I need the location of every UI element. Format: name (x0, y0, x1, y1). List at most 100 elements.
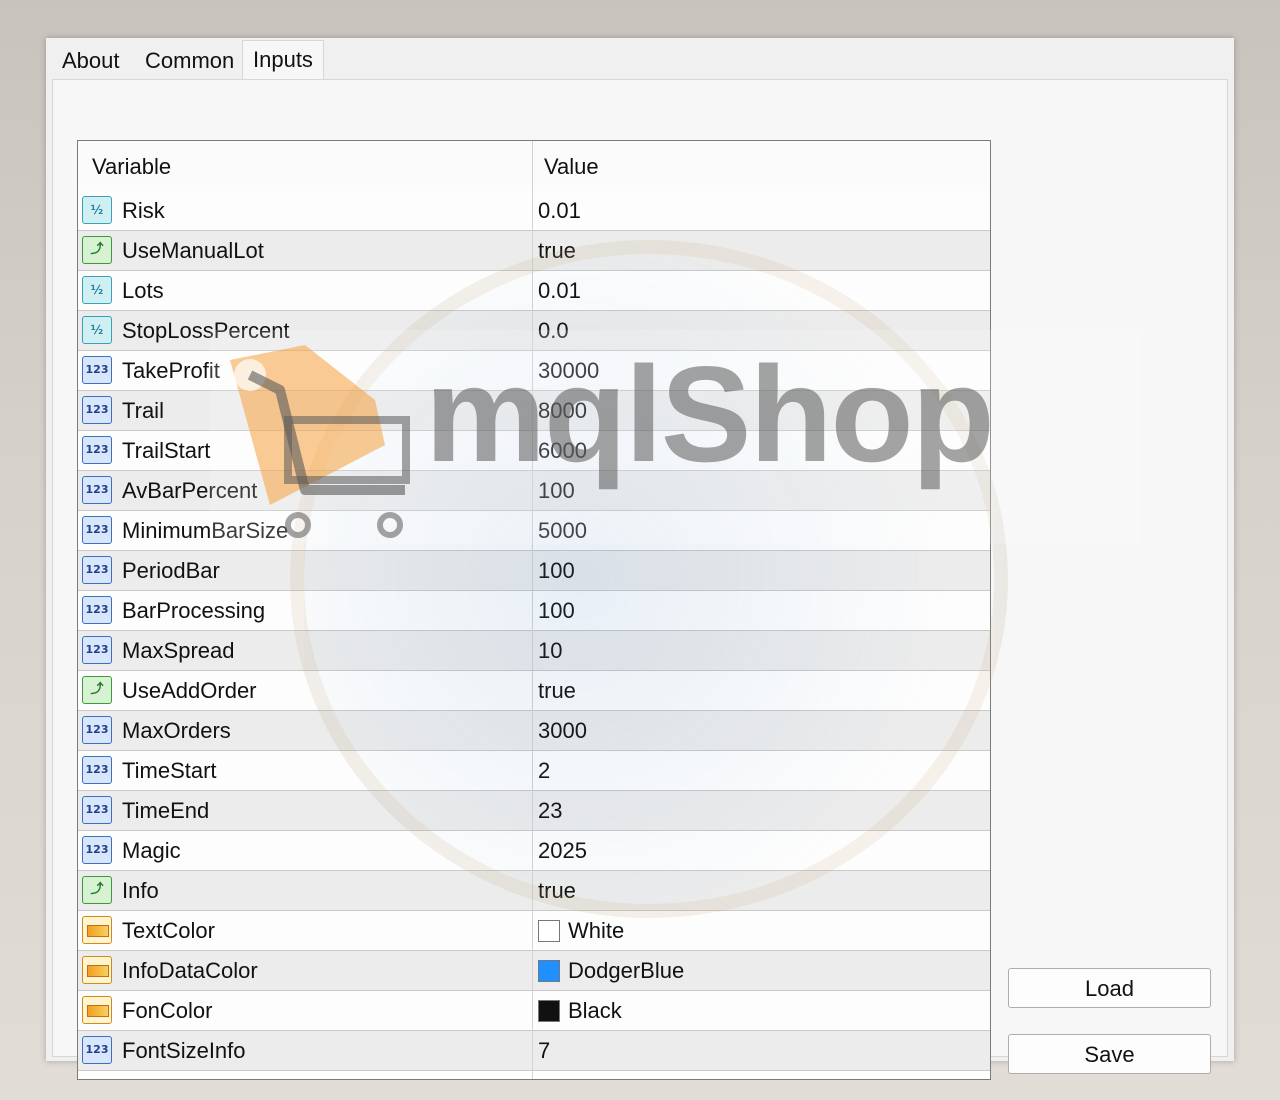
variable-name: StopLossPercent (122, 318, 290, 343)
table-row[interactable]: 123 TrailStart 6000 (78, 431, 990, 471)
table-row[interactable]: 123 TimeStart 2 (78, 751, 990, 791)
table-row[interactable]: TextColor White (78, 911, 990, 951)
inputs-panel: Variable Value ½ Risk 0.01 ⤴ UseManualLot tru… (52, 79, 1228, 1080)
variable-value-text: 7 (538, 1037, 551, 1063)
variable-name: Lots (122, 278, 164, 303)
int-type-icon: 123 (82, 716, 112, 744)
variable-name: TimeEnd (122, 798, 210, 823)
variable-name: Info (122, 878, 159, 903)
table-row[interactable]: 123 BarProcessing 100 (78, 591, 990, 631)
double-type-icon: ½ (82, 196, 112, 224)
variable-name: Risk (122, 198, 165, 223)
variable-value-text: 0.01 (538, 277, 581, 303)
variable-value[interactable]: 100 (538, 551, 575, 590)
color-swatch (538, 999, 560, 1022)
variable-value[interactable]: DodgerBlue (538, 951, 684, 990)
table-row[interactable]: ⤴ UseAddOrder true (78, 671, 990, 711)
variable-value-text: 100 (538, 557, 575, 583)
variable-value[interactable]: true (538, 871, 576, 910)
table-row[interactable]: ½ Risk 0.01 (78, 191, 990, 231)
variable-name: TakeProfit (122, 358, 220, 383)
double-type-icon: ½ (82, 316, 112, 344)
variable-name: FonColor (122, 998, 213, 1023)
column-header-value[interactable]: Value (544, 141, 599, 191)
variable-value-text: 5000 (538, 517, 587, 543)
variable-value[interactable]: 23 (538, 791, 562, 830)
load-button[interactable]: Load (1008, 968, 1211, 1008)
variable-name: Magic (122, 838, 181, 863)
table-row[interactable]: 123 Magic 2025 (78, 831, 990, 871)
int-type-icon: 123 (82, 636, 112, 664)
variable-value[interactable]: 100 (538, 591, 575, 630)
variable-value[interactable]: 0.01 (538, 191, 581, 230)
variable-value[interactable]: White (538, 911, 624, 950)
table-row[interactable]: ⤴ UseManualLot true (78, 231, 990, 271)
table-row[interactable]: InfoDataColor DodgerBlue (78, 951, 990, 991)
variable-value[interactable]: Black (538, 991, 622, 1030)
column-separator[interactable] (532, 141, 533, 1079)
variable-name: PeriodBar (122, 558, 220, 583)
variable-name: TrailStart (122, 438, 211, 463)
variable-value[interactable]: 2 (538, 751, 550, 790)
variable-name: FontSizeInfo (122, 1038, 246, 1063)
variable-value-text: true (538, 237, 576, 263)
table-row[interactable]: ½ Lots 0.01 (78, 271, 990, 311)
color-type-icon (82, 916, 112, 944)
table-row[interactable]: ½ StopLossPercent 0.0 (78, 311, 990, 351)
variable-value[interactable]: 2025 (538, 831, 587, 870)
table-row[interactable]: ⤴ Info true (78, 871, 990, 911)
variable-value-text: 0.01 (538, 197, 581, 223)
table-row[interactable]: 123 AvBarPercent 100 (78, 471, 990, 511)
int-type-icon: 123 (82, 476, 112, 504)
variable-value[interactable]: 0.0 (538, 311, 569, 350)
variable-value-text: 2025 (538, 837, 587, 863)
int-type-icon: 123 (82, 796, 112, 824)
save-button[interactable]: Save (1008, 1034, 1211, 1074)
variable-name: InfoDataColor (122, 958, 258, 983)
tab-common[interactable]: Common (135, 44, 244, 78)
table-row[interactable]: 123 MaxSpread 10 (78, 631, 990, 671)
table-row[interactable]: 123 TakeProfit 30000 (78, 351, 990, 391)
variable-name: Trail (122, 398, 164, 423)
int-type-icon: 123 (82, 396, 112, 424)
variable-value-text: 8000 (538, 397, 587, 423)
column-header-variable[interactable]: Variable (92, 141, 171, 191)
variable-value-text: true (538, 877, 576, 903)
color-swatch (538, 959, 560, 982)
variable-name: MaxSpread (122, 638, 235, 663)
table-row[interactable]: 123 FontSizeInfo 7 (78, 1031, 990, 1071)
int-type-icon: 123 (82, 756, 112, 784)
table-row[interactable]: 123 Trail 8000 (78, 391, 990, 431)
table-row[interactable]: FonColor Black (78, 991, 990, 1031)
variable-value-text: 23 (538, 797, 563, 823)
variable-value[interactable]: true (538, 231, 576, 270)
variable-value[interactable]: 7 (538, 1031, 550, 1070)
variable-value[interactable]: 3000 (538, 711, 587, 750)
int-type-icon: 123 (82, 836, 112, 864)
grid-rows: ½ Risk 0.01 ⤴ UseManualLot true ½ Lots 0.01 ½ Stop… (78, 191, 990, 1071)
variable-value[interactable]: 0.01 (538, 271, 581, 310)
inputs-dialog: About Common Inputs Variable Value ½ Risk… (46, 38, 1234, 1080)
variable-value-text: White (568, 917, 625, 943)
table-row[interactable]: 123 MaxOrders 3000 (78, 711, 990, 751)
grid-header: Variable Value (78, 141, 990, 191)
bool-type-icon: ⤴ (82, 876, 112, 904)
variable-value[interactable]: 100 (538, 471, 575, 510)
variable-value-text: 100 (538, 477, 575, 503)
variable-value[interactable]: 30000 (538, 351, 599, 390)
variable-name: TimeStart (122, 758, 217, 783)
variable-value[interactable]: 8000 (538, 391, 587, 430)
table-row[interactable]: 123 MinimumBarSize 5000 (78, 511, 990, 551)
variable-name: MinimumBarSize (122, 518, 289, 543)
variable-value[interactable]: 6000 (538, 431, 587, 470)
variable-value[interactable]: 10 (538, 631, 562, 670)
tab-inputs[interactable]: Inputs (242, 40, 324, 81)
variable-value[interactable]: true (538, 671, 576, 710)
variable-value[interactable]: 5000 (538, 511, 587, 550)
table-row[interactable]: 123 PeriodBar 100 (78, 551, 990, 591)
table-row[interactable]: 123 TimeEnd 23 (78, 791, 990, 831)
variable-name: UseAddOrder (122, 678, 257, 703)
color-type-icon (82, 956, 112, 984)
tab-about[interactable]: About (52, 44, 130, 78)
tab-bar: About Common Inputs (46, 38, 1234, 81)
